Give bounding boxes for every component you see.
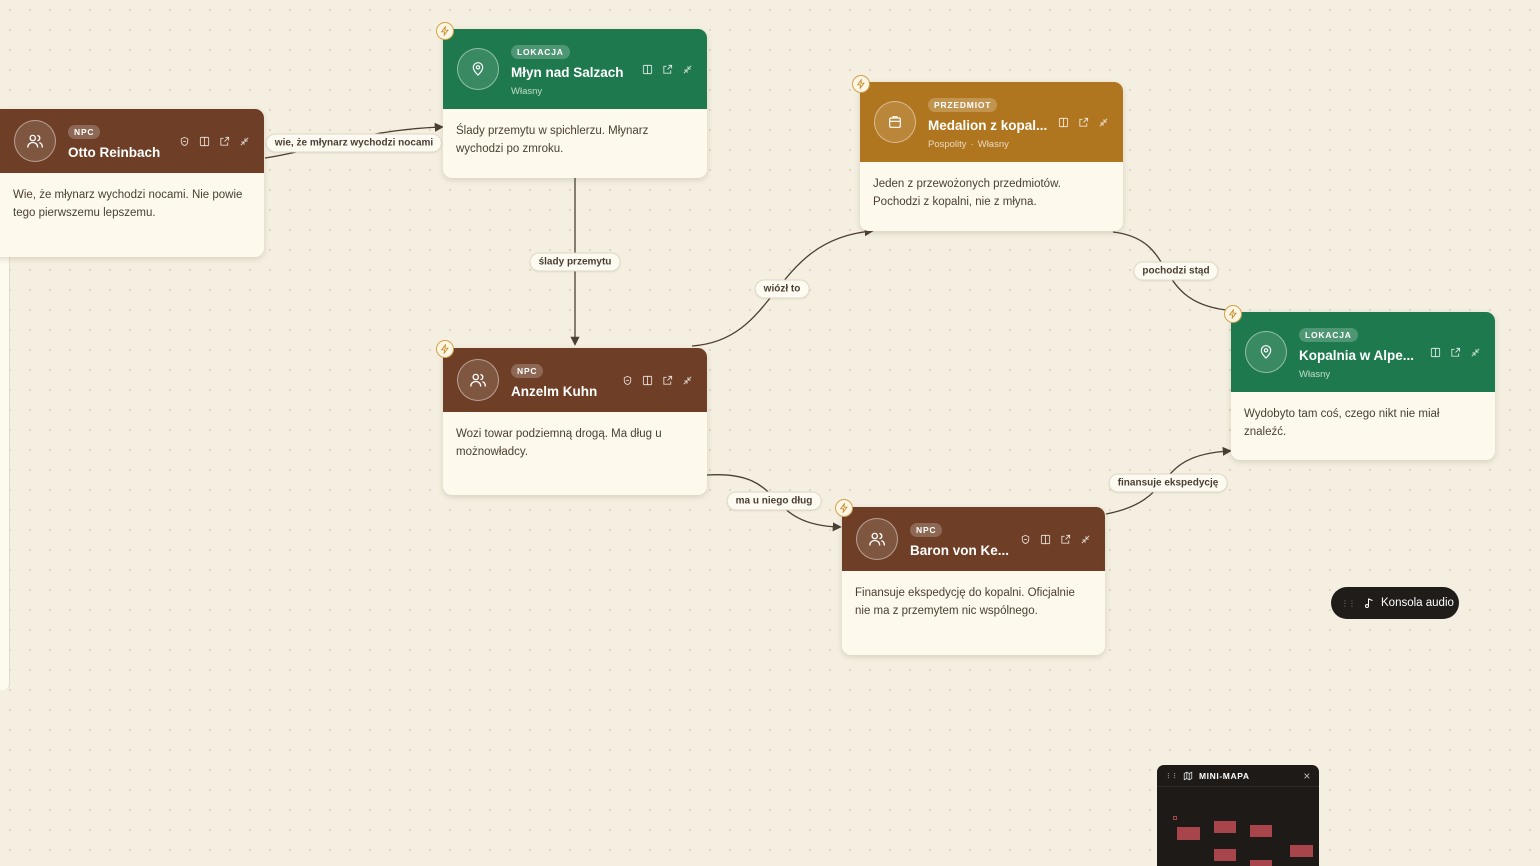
panel-icon[interactable] — [642, 375, 653, 386]
minimap-panel[interactable]: ⋮⋮ MINI-MAPA × — [1157, 765, 1319, 866]
shield-icon[interactable] — [622, 375, 633, 386]
collapse-icon[interactable] — [1098, 117, 1109, 128]
minimap-node — [1290, 845, 1313, 857]
node-description: Jeden z przewożonych przedmiotów. Pochod… — [873, 178, 1061, 208]
person-icon — [457, 359, 499, 401]
node-title: Młyn nad Salzach — [511, 64, 624, 80]
edge-label-anzelm-baron[interactable]: ma u niego dług — [726, 491, 822, 511]
node-kopalnia[interactable]: LOKACJA Kopalnia w Alpe... Własny Wydoby… — [1231, 312, 1495, 460]
lightning-icon[interactable] — [436, 22, 454, 40]
shield-icon[interactable] — [1020, 534, 1031, 545]
minimap-node — [1250, 825, 1272, 837]
node-header[interactable]: PRZEDMIOT Medalion z kopal... Pospolity ·… — [860, 82, 1123, 162]
audio-console-label: Konsola audio — [1381, 597, 1454, 609]
minimap-header[interactable]: ⋮⋮ MINI-MAPA × — [1157, 765, 1319, 787]
node-type-badge: PRZEDMIOT — [928, 97, 998, 112]
location-pin-icon — [1245, 331, 1287, 373]
node-meta: Własny — [1299, 368, 1331, 380]
node-header[interactable]: LOKACJA Kopalnia w Alpe... Własny — [1231, 312, 1495, 392]
node-title: Kopalnia w Alpe... — [1299, 347, 1415, 363]
lightning-icon[interactable] — [835, 499, 853, 517]
external-link-icon[interactable] — [219, 136, 230, 147]
node-anzelm-kuhn[interactable]: NPC Anzelm Kuhn Wozi towar podziemną dro… — [443, 348, 707, 495]
node-type-badge: NPC — [68, 125, 101, 139]
external-link-icon[interactable] — [662, 64, 673, 75]
minimap-title: MINI-MAPA — [1199, 770, 1250, 781]
box-icon — [874, 101, 916, 143]
minimap-node — [1177, 827, 1200, 840]
minimap-node — [1250, 860, 1272, 866]
node-mlyn-nad-salzach[interactable]: LOKACJA Młyn nad Salzach Własny Ślady pr… — [443, 29, 707, 178]
drag-handle-icon[interactable]: ⋮⋮ — [1165, 772, 1178, 780]
node-title: Otto Reinbach — [68, 145, 161, 160]
external-link-icon[interactable] — [1450, 347, 1461, 358]
external-link-icon[interactable] — [1060, 534, 1071, 545]
graph-canvas[interactable]: NPC Otto Reinbach Wie, że młynarz wychod… — [0, 0, 1540, 866]
external-link-icon[interactable] — [1078, 117, 1089, 128]
lightning-icon[interactable] — [852, 75, 870, 93]
node-otto-reinbach[interactable]: NPC Otto Reinbach Wie, że młynarz wychod… — [0, 109, 264, 257]
external-link-icon[interactable] — [662, 375, 673, 386]
location-pin-icon — [457, 48, 499, 90]
node-header[interactable]: LOKACJA Młyn nad Salzach Własny — [443, 29, 707, 109]
lightning-icon[interactable] — [1224, 305, 1242, 323]
drag-handle-icon[interactable]: ⋮⋮ — [1341, 599, 1356, 608]
node-type-badge: LOKACJA — [511, 44, 570, 59]
collapse-icon[interactable] — [682, 375, 693, 386]
audio-console-button[interactable]: ⋮⋮ Konsola audio — [1331, 587, 1459, 619]
edge-label-baron-kopalnia[interactable]: finansuje ekspedycję — [1108, 473, 1228, 493]
edge-label-anzelm-medalion[interactable]: wiózł to — [754, 279, 810, 299]
node-baron[interactable]: NPC Baron von Ke... Finansuje ekspedycję… — [842, 507, 1105, 655]
person-icon — [856, 518, 898, 560]
panel-icon[interactable] — [1058, 117, 1069, 128]
node-header[interactable]: NPC Anzelm Kuhn — [443, 348, 707, 412]
edge-label-medalion-kopalnia[interactable]: pochodzi stąd — [1133, 261, 1219, 281]
map-icon — [1183, 771, 1193, 781]
close-icon[interactable]: × — [1303, 769, 1311, 783]
node-description: Wydobyto tam coś, czego nikt nie miał zn… — [1244, 408, 1440, 438]
panel-icon[interactable] — [1430, 347, 1441, 358]
node-description: Ślady przemytu w spichlerzu. Młynarz wyc… — [456, 125, 649, 155]
collapse-icon[interactable] — [239, 136, 250, 147]
shield-icon[interactable] — [179, 136, 190, 147]
collapse-icon[interactable] — [1080, 534, 1091, 545]
panel-icon[interactable] — [642, 64, 653, 75]
node-type-badge: LOKACJA — [1299, 327, 1358, 342]
node-header[interactable]: NPC Otto Reinbach — [0, 109, 264, 173]
node-medalion[interactable]: PRZEDMIOT Medalion z kopal... Pospolity ·… — [860, 82, 1123, 231]
minimap-viewport[interactable] — [1173, 816, 1177, 820]
panel-icon[interactable] — [199, 136, 210, 147]
minimap-node — [1214, 849, 1236, 861]
collapse-icon[interactable] — [682, 64, 693, 75]
node-meta: Pospolity · Własny — [928, 138, 1009, 150]
panel-icon[interactable] — [1040, 534, 1051, 545]
node-meta: Własny — [511, 85, 543, 97]
music-note-icon — [1363, 597, 1375, 609]
node-type-badge: NPC — [511, 364, 544, 378]
node-type-badge: NPC — [910, 523, 943, 537]
minimap-view[interactable] — [1157, 787, 1319, 866]
node-description: Wie, że młynarz wychodzi nocami. Nie pow… — [13, 189, 243, 219]
lightning-icon[interactable] — [436, 340, 454, 358]
node-title: Anzelm Kuhn — [511, 384, 598, 399]
node-title: Baron von Ke... — [910, 543, 1010, 558]
node-header[interactable]: NPC Baron von Ke... — [842, 507, 1105, 571]
node-description: Wozi towar podziemną drogą. Ma dług u mo… — [456, 428, 662, 458]
node-title: Medalion z kopal... — [928, 117, 1048, 133]
collapse-icon[interactable] — [1470, 347, 1481, 358]
minimap-node — [1214, 821, 1236, 833]
person-icon — [14, 120, 56, 162]
edge-label-otto-mlyn[interactable]: wie, że młynarz wychodzi nocami — [265, 133, 443, 153]
node-description: Finansuje ekspedycję do kopalni. Oficjal… — [855, 587, 1075, 617]
edge-label-mlyn-anzelm[interactable]: ślady przemytu — [529, 252, 621, 272]
